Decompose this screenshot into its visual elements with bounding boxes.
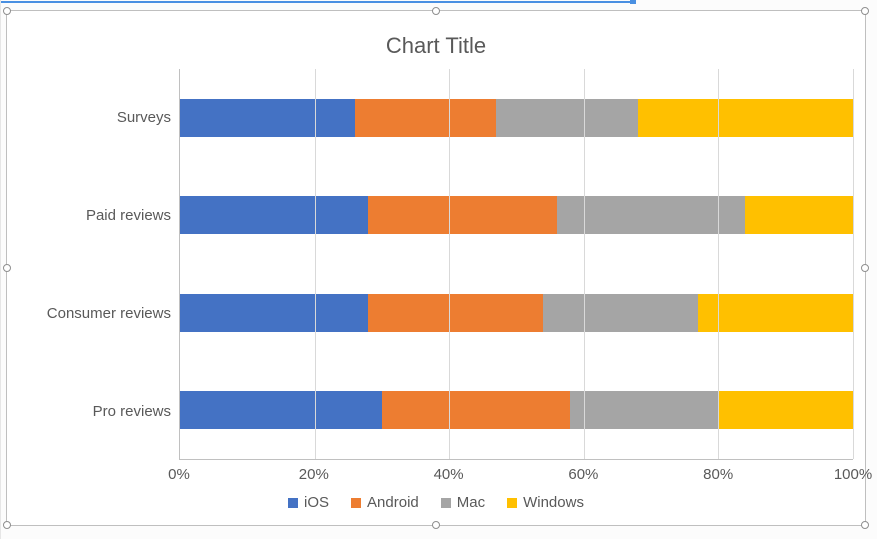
legend-item-android[interactable]: Android [351,494,419,511]
gridline [449,69,450,459]
bar-segment-windows[interactable] [718,391,853,429]
bar-segment-ios[interactable] [180,391,382,429]
legend-item-windows[interactable]: Windows [507,494,584,511]
bar-segment-android[interactable] [368,196,556,234]
bar-segment-mac[interactable] [557,196,745,234]
chart-object[interactable]: Chart Title Surveys Paid reviews Consumer … [6,10,866,526]
bar-segment-windows[interactable] [638,99,853,137]
chart-inner: Chart Title Surveys Paid reviews Consumer … [7,11,865,525]
legend-item-mac[interactable]: Mac [441,494,485,511]
x-axis-spacer [19,464,179,486]
bar-segment-ios[interactable] [180,294,368,332]
legend-label: Android [367,494,419,511]
x-tick-label: 80% [703,466,733,483]
bar-track [180,196,853,234]
gridline [853,69,854,459]
bar-segment-windows[interactable] [698,294,853,332]
bar-segment-mac[interactable] [496,99,637,137]
column-selection-handle[interactable] [630,0,636,4]
gridline [584,69,585,459]
x-tick-label: 60% [568,466,598,483]
y-tick-label: Surveys [117,109,171,126]
bar-segment-android[interactable] [368,294,543,332]
legend[interactable]: iOS Android Mac Windows [19,486,853,521]
y-tick-label: Pro reviews [93,403,171,420]
column-selection-bar [1,1,633,3]
y-tick-label: Paid reviews [86,207,171,224]
plot-area[interactable] [179,69,853,460]
spreadsheet-canvas: Chart Title Surveys Paid reviews Consumer … [0,0,877,539]
legend-swatch-icon [441,498,451,508]
legend-label: iOS [304,494,329,511]
legend-item-ios[interactable]: iOS [288,494,329,511]
bar-segment-mac[interactable] [570,391,718,429]
x-axis-row: 0%20%40%60%80%100% [19,464,853,486]
legend-swatch-icon [507,498,517,508]
bar-segment-android[interactable] [382,391,570,429]
x-tick-label: 0% [168,466,190,483]
bar-segment-windows[interactable] [745,196,853,234]
bar-segment-ios[interactable] [180,196,368,234]
legend-label: Mac [457,494,485,511]
gridline [315,69,316,459]
plot-row: Surveys Paid reviews Consumer reviews Pro r… [19,69,853,460]
bar-track [180,294,853,332]
bar-segment-mac[interactable] [543,294,698,332]
bar-segment-android[interactable] [355,99,496,137]
sheet-gridline [0,0,1,539]
chart-title[interactable]: Chart Title [19,33,853,59]
y-tick-label: Consumer reviews [47,305,171,322]
legend-swatch-icon [288,498,298,508]
x-tick-label: 100% [834,466,872,483]
gridline [718,69,719,459]
x-tick-label: 20% [299,466,329,483]
x-axis: 0%20%40%60%80%100% [179,464,853,486]
y-axis: Surveys Paid reviews Consumer reviews Pro r… [19,69,179,460]
bars-wrap [180,69,853,459]
legend-swatch-icon [351,498,361,508]
bar-track [180,391,853,429]
bar-segment-ios[interactable] [180,99,355,137]
bar-track [180,99,853,137]
legend-label: Windows [523,494,584,511]
x-tick-label: 40% [434,466,464,483]
